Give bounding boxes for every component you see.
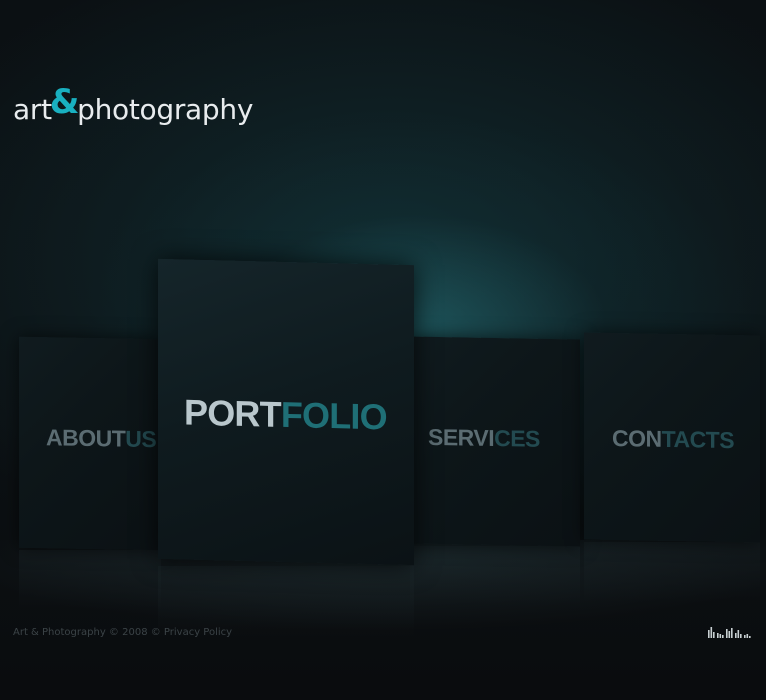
logo-ampersand: & xyxy=(49,82,80,122)
nav-panel-services[interactable]: SERVICES xyxy=(410,336,580,547)
nav-label-services-part1: SERVI xyxy=(428,423,495,451)
logo-text-art: art xyxy=(13,93,52,126)
logo-text-photography: photography xyxy=(77,93,254,126)
nav-label-portfolio: PORTFOLIO xyxy=(184,392,414,440)
footer: Art & Photography © 2008 © Privacy Polic… xyxy=(13,627,232,638)
nav-panel-portfolio[interactable]: PORTFOLIO xyxy=(158,258,414,566)
nav-label-services-part2: CES xyxy=(494,424,540,452)
nav-label-portfolio-part2: FOLIO xyxy=(280,393,387,438)
portfolio-panel-reflection xyxy=(158,566,414,636)
services-panel-reflection xyxy=(410,546,580,606)
nav-label-contacts-part2: TACTS xyxy=(661,425,735,454)
nav-label-about: ABOUTUS xyxy=(46,424,161,453)
nav-label-about-part2: US xyxy=(125,425,157,453)
footer-copyright: Art & Photography © 2008 © xyxy=(13,627,161,638)
site-logo[interactable]: art&photography xyxy=(13,82,254,132)
nav-label-contacts: CONTACTS xyxy=(612,425,760,455)
privacy-policy-link[interactable]: Privacy Policy xyxy=(164,627,232,638)
nav-label-portfolio-part1: PORT xyxy=(184,391,281,435)
nav-panel-about[interactable]: ABOUTUS xyxy=(19,336,161,551)
nav-panel-contacts[interactable]: CONTACTS xyxy=(584,332,760,543)
about-panel-reflection xyxy=(19,550,161,610)
nav-label-contacts-part1: CON xyxy=(612,424,662,452)
nav-label-about-part1: ABOUT xyxy=(46,424,126,452)
contacts-panel-reflection xyxy=(584,542,760,602)
sound-equalizer-icon[interactable] xyxy=(706,624,754,640)
nav-label-services: SERVICES xyxy=(428,424,580,454)
stage-background: art&photography ABOUTUS SERVICES CONTACT… xyxy=(0,0,766,700)
